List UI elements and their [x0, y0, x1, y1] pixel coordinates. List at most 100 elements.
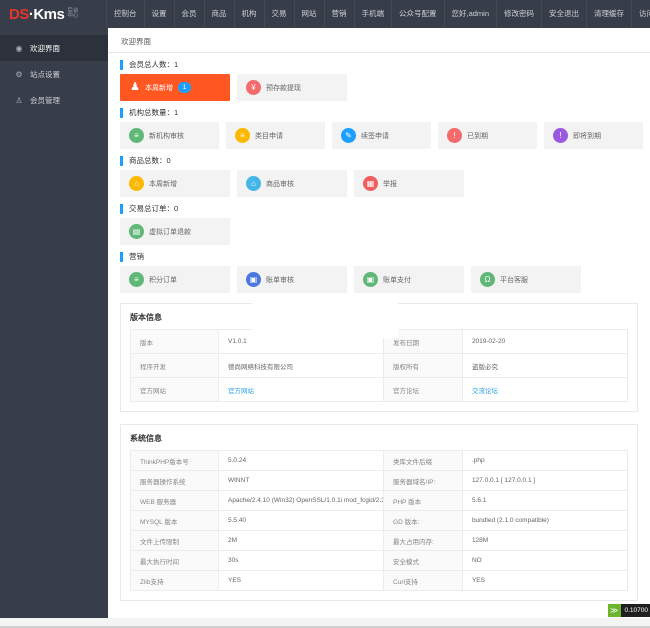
stat-button[interactable]: ! 已到期: [438, 122, 537, 149]
table-label-cell: Zlib支持: [130, 570, 219, 591]
table-label-cell: 官方网站: [130, 377, 219, 402]
nav-item[interactable]: 公众号配置: [391, 0, 444, 28]
stat-button[interactable]: ≡ 新机构审核: [120, 122, 219, 149]
user-menu-item[interactable]: 访问首页: [631, 0, 650, 28]
nav-item[interactable]: 会员: [173, 0, 204, 28]
stat-button-row: ≡ 新机构审核 ≡ 类目申请 ✎ 续签申请! 已到期! 即将到期: [120, 122, 643, 149]
stat-button[interactable]: ▦ 举报: [354, 170, 464, 197]
sidebar-item-member-management[interactable]: ♙ 会员管理: [0, 87, 108, 113]
table-row: WEB 服务器 Apache/2.4.10 (Win32) OpenSSL/1.0…: [130, 490, 629, 511]
nav-item[interactable]: 交易: [263, 0, 294, 28]
table-value-cell: 5.0.24: [217, 450, 385, 471]
nav-item[interactable]: 营销: [323, 0, 354, 28]
stat-button-row: ♟ 本周新增 1 ¥ 预存款提现: [120, 74, 638, 101]
logo-subtitle-line2: 中心: [67, 13, 79, 19]
nav-item[interactable]: 控制台: [106, 0, 144, 28]
section-title: 机构总数量：1: [120, 108, 638, 118]
logo-kms: ·Kms: [28, 5, 65, 23]
table-label-cell: 最大执行时间: [130, 550, 219, 571]
page-title: 欢迎界面: [108, 28, 650, 53]
sidebar-item-welcome[interactable]: ◉ 欢迎界面: [0, 35, 108, 61]
doc-icon: ▤: [129, 224, 144, 239]
table-link[interactable]: 官方网站: [228, 388, 254, 395]
stat-button-label: 举报: [383, 180, 397, 188]
system-card-title: 系统信息: [130, 434, 162, 443]
stat-button-label: 本周新增: [145, 84, 173, 92]
version-info-table: 版本 V1.0.1 发布日期 2019-02-20 程序开发 德尚网络科技有限公司 版权所有…: [130, 329, 629, 402]
table-row: MYSQL 版本 5.5.40 GD 版本: bundled (2.1.0 compa…: [130, 510, 629, 531]
blank-popup-artifact: [252, 294, 398, 338]
table-row: Zlib支持 YES Curl支持 YES: [130, 570, 629, 591]
card-icon: ▣: [363, 272, 378, 287]
table-label-cell: 类库文件后缀: [383, 450, 463, 471]
table-label-cell: 安全模式: [383, 550, 463, 571]
table-label-cell: Curl支持: [383, 570, 463, 591]
user-menu-item[interactable]: 修改密码: [496, 0, 541, 28]
table-value-cell: NO: [461, 550, 629, 571]
table-value-cell: 5.6.1: [461, 490, 629, 511]
user-menu-item[interactable]: 安全退出: [541, 0, 586, 28]
stat-button-label: 账单支付: [383, 276, 411, 284]
stat-button[interactable]: ⌂ 本周新增: [120, 170, 230, 197]
table-value-cell: 2019-02-20: [461, 329, 629, 354]
sidebar-item-label: 会员管理: [30, 95, 60, 105]
dashboard-icon: ◉: [15, 43, 23, 53]
stat-button-label: 平台客服: [500, 276, 528, 284]
section-title: 交易总订单：0: [120, 204, 638, 214]
table-label-cell: 文件上传限制: [130, 530, 219, 551]
table-value-cell: YES: [461, 570, 629, 591]
table-value-cell: 盗版必究: [461, 353, 629, 378]
stat-button[interactable]: ≡ 类目申请: [226, 122, 325, 149]
stat-button[interactable]: ♟ 本周新增 1: [120, 74, 230, 101]
stat-sections: 会员总人数：1 ♟ 本周新增 1 ¥ 预存款提现 机构总数量：1 ≡ 新机构审核 ≡ 类目申请 ✎ 续签…: [120, 60, 643, 293]
nav-item[interactable]: 机构: [233, 0, 264, 28]
user-nav-menu: 您好,admin修改密码安全退出清理缓存访问首页: [443, 0, 650, 28]
stat-button[interactable]: ¥ 预存款提现: [237, 74, 347, 101]
thinkphp-icon: ≫: [607, 604, 621, 617]
table-row: 程序开发 德尚网络科技有限公司 版权所有 盗版必究: [130, 353, 629, 378]
nav-item[interactable]: 网站: [293, 0, 324, 28]
table-label-cell: 服务器操作系统: [130, 470, 219, 491]
top-navbar: DS ·Kms 后台 中心 控制台 设置 会员 商品 机构 交易 网站 营销 手机端 公众号配置 您好…: [0, 0, 650, 28]
stat-button[interactable]: ▣ 账单审核: [237, 266, 347, 293]
stat-button[interactable]: ▤ 虚拟订单退款: [120, 218, 230, 245]
stat-button-label: 类目申请: [255, 132, 283, 140]
stat-button[interactable]: ⌂ 商品审核: [237, 170, 347, 197]
system-info-table: ThinkPHP版本号 5.0.24 类库文件后缀 .php 服务器操作系统 WINNT 服…: [130, 450, 629, 591]
table-label-cell: MYSQL 版本: [130, 510, 219, 531]
user-menu-item[interactable]: 您好,admin: [443, 0, 497, 28]
nav-item[interactable]: 设置: [143, 0, 174, 28]
table-row: ThinkPHP版本号 5.0.24 类库文件后缀 .php: [130, 450, 629, 471]
table-label-cell: WEB 服务器: [130, 490, 219, 511]
stat-button-label: 已到期: [467, 132, 488, 140]
stat-button[interactable]: ≡ 积分订单: [120, 266, 230, 293]
app-logo[interactable]: DS ·Kms 后台 中心: [0, 6, 106, 23]
runtime-badge[interactable]: ≫ 0.10700: [607, 604, 650, 617]
alert-icon: !: [553, 128, 568, 143]
section-title: 商品总数：0: [120, 156, 638, 166]
table-row: 最大执行时间 30s 安全模式 NO: [130, 550, 629, 571]
stat-button[interactable]: ✎ 续签申请: [332, 122, 431, 149]
count-badge: 1: [178, 82, 191, 93]
stat-button[interactable]: ▣ 账单支付: [354, 266, 464, 293]
user-menu-item[interactable]: 清理缓存: [586, 0, 631, 28]
table-value-cell: 2M: [217, 530, 385, 551]
coin-icon: ¥: [246, 80, 261, 95]
table-value-cell: 官方网站: [217, 377, 385, 402]
table-value-cell: 128M: [461, 530, 629, 551]
nav-item[interactable]: 商品: [203, 0, 234, 28]
bag-icon: ⌂: [129, 176, 144, 191]
table-value-cell: .php: [461, 450, 629, 471]
table-label-cell: PHP 版本: [383, 490, 463, 511]
sidebar-item-site-settings[interactable]: ⚙ 站点设置: [0, 61, 108, 87]
stat-button[interactable]: Ω 平台客服: [471, 266, 581, 293]
table-row: 服务器操作系统 WINNT 服务器域名/IP: 127.0.0.1 [ 127.0.0…: [130, 470, 629, 491]
stat-button[interactable]: ! 即将到期: [544, 122, 643, 149]
sidebar-item-label: 站点设置: [30, 69, 60, 79]
nav-item[interactable]: 手机端: [353, 0, 392, 28]
table-value-cell: 交流论坛: [461, 377, 629, 402]
table-link[interactable]: 交流论坛: [472, 388, 498, 395]
user-icon: ♟: [130, 81, 140, 93]
table-value-cell: 30s: [217, 550, 385, 571]
stat-button-label: 商品审核: [266, 180, 294, 188]
